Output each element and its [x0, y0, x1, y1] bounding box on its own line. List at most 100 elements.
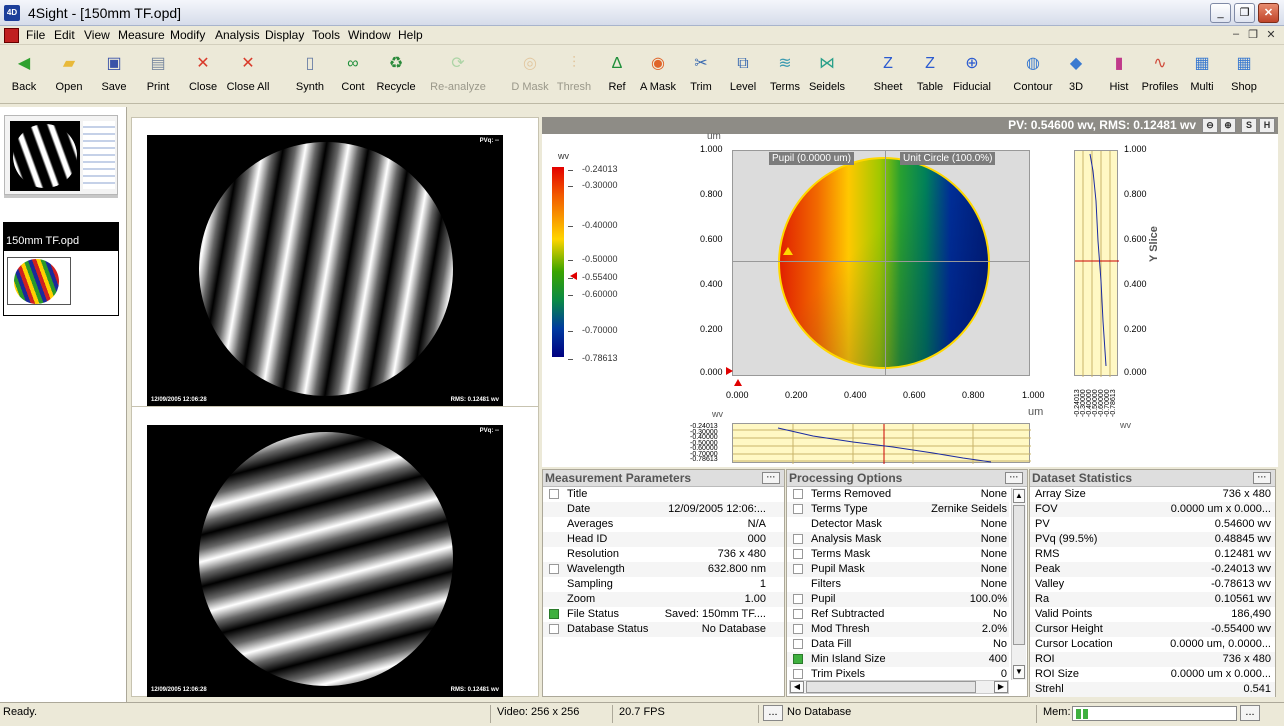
scroll-left-icon[interactable]: ◀ — [790, 681, 804, 693]
parameter-row[interactable]: Cursor Height -0.55400 wv — [1030, 622, 1275, 637]
minimize-button[interactable]: _ — [1210, 3, 1231, 23]
parameter-row[interactable]: FOV 0.0000 um x 0.000... — [1030, 502, 1275, 517]
row-checkbox[interactable] — [793, 669, 803, 679]
row-checkbox[interactable] — [793, 594, 803, 604]
toolbar-button-shop[interactable]: ▦ Shop — [1220, 52, 1268, 102]
parameter-row[interactable]: Averages N/A — [543, 517, 784, 532]
toolbar-button-seidels[interactable]: ⋈ Seidels — [803, 52, 851, 102]
toolbar-button-synth[interactable]: ▯ Synth — [286, 52, 334, 102]
row-checkbox[interactable] — [793, 654, 803, 664]
parameter-row[interactable]: ROI 736 x 480 — [1030, 652, 1275, 667]
y-slice-plot[interactable] — [1074, 150, 1119, 377]
parameter-row[interactable]: Title — [543, 487, 784, 502]
toolbar-button-print[interactable]: ▤ Print — [134, 52, 182, 102]
x-slice-plot[interactable] — [732, 423, 1031, 464]
menu-edit[interactable]: Edit — [54, 28, 75, 42]
toolbar-button-sheet[interactable]: Z Sheet — [864, 52, 912, 102]
parameter-row[interactable]: Valid Points 186,490 — [1030, 607, 1275, 622]
zoom-out-button[interactable]: ⊖ — [1202, 118, 1218, 133]
panel-options-button[interactable]: ··· — [1253, 472, 1271, 484]
parameter-row[interactable]: Resolution 736 x 480 — [543, 547, 784, 562]
document-icon[interactable] — [4, 28, 19, 43]
toolbar-button-table[interactable]: Z Table — [906, 52, 954, 102]
parameter-row[interactable]: Wavelength 632.800 nm — [543, 562, 784, 577]
parameter-row[interactable]: Terms Mask None — [787, 547, 1009, 562]
parameter-row[interactable]: Pupil Mask None — [787, 562, 1009, 577]
toolbar-button-thresh[interactable]: ⫶ Thresh — [550, 52, 598, 102]
panel-options-button[interactable]: ··· — [1005, 472, 1023, 484]
h-button[interactable]: H — [1259, 118, 1275, 133]
row-checkbox[interactable] — [793, 504, 803, 514]
parameter-row[interactable]: PVq (99.5%) 0.48845 wv — [1030, 532, 1275, 547]
parameter-row[interactable]: Pupil 100.0% — [787, 592, 1009, 607]
menu-file[interactable]: File — [26, 28, 45, 42]
menu-window[interactable]: Window — [348, 28, 391, 42]
row-checkbox[interactable] — [549, 624, 559, 634]
scroll-up-icon[interactable]: ▲ — [1013, 489, 1025, 503]
vertical-scrollbar[interactable]: ▲ ▼ — [1011, 488, 1026, 680]
parameter-row[interactable]: Terms Removed None — [787, 487, 1009, 502]
database-browse-button[interactable]: ... — [763, 705, 783, 721]
toolbar-button-save[interactable]: ▣ Save — [90, 52, 138, 102]
row-checkbox[interactable] — [793, 549, 803, 559]
toolbar-button-open[interactable]: ▰ Open — [45, 52, 93, 102]
parameter-row[interactable]: Zoom 1.00 — [543, 592, 784, 607]
menu-tools[interactable]: Tools — [312, 28, 340, 42]
mdi-close-button[interactable]: ✕ — [1263, 28, 1279, 41]
row-checkbox[interactable] — [793, 564, 803, 574]
parameter-row[interactable]: ROI Size 0.0000 um x 0.000... — [1030, 667, 1275, 682]
parameter-row[interactable]: Head ID 000 — [543, 532, 784, 547]
menu-modify[interactable]: Modify — [170, 28, 205, 42]
file-card[interactable]: 150mm TF.opd — [3, 222, 119, 316]
toolbar-button-recycle[interactable]: ♻ Recycle — [372, 52, 420, 102]
toolbar-button-cont[interactable]: ∞ Cont — [329, 52, 377, 102]
close-window-button[interactable]: ✕ — [1258, 3, 1279, 23]
surface-map-disc[interactable] — [778, 157, 990, 369]
scroll-down-icon[interactable]: ▼ — [1013, 665, 1025, 679]
toolbar-button-close[interactable]: ✕ Close — [179, 52, 227, 102]
parameter-row[interactable]: Data Fill No — [787, 637, 1009, 652]
parameter-row[interactable]: Valley -0.78613 wv — [1030, 577, 1275, 592]
parameter-row[interactable]: File Status Saved: 150mm TF.... — [543, 607, 784, 622]
parameter-row[interactable]: Strehl 0.541 — [1030, 682, 1275, 697]
measurement-thumbnail[interactable] — [4, 115, 118, 195]
toolbar-button-multi[interactable]: ▦ Multi — [1178, 52, 1226, 102]
parameter-row[interactable]: Terms Type Zernike Seidels — [787, 502, 1009, 517]
menu-display[interactable]: Display — [265, 28, 304, 42]
mdi-minimize-button[interactable]: – — [1228, 28, 1244, 40]
toolbar-button-a-mask[interactable]: ◉ A Mask — [634, 52, 682, 102]
parameter-row[interactable]: Filters None — [787, 577, 1009, 592]
row-checkbox[interactable] — [793, 639, 803, 649]
mdi-restore-button[interactable]: ❐ — [1245, 28, 1261, 41]
menu-analysis[interactable]: Analysis — [215, 28, 260, 42]
toolbar-button-re-analyze[interactable]: ⟳ Re-analyze — [430, 52, 486, 102]
row-checkbox[interactable] — [793, 534, 803, 544]
parameter-row[interactable]: Detector Mask None — [787, 517, 1009, 532]
scroll-thumb[interactable] — [1013, 505, 1025, 645]
parameter-row[interactable]: RMS 0.12481 wv — [1030, 547, 1275, 562]
parameter-row[interactable]: Date 12/09/2005 12:06:... — [543, 502, 784, 517]
parameter-row[interactable]: Min Island Size 400 — [787, 652, 1009, 667]
horizontal-scrollbar[interactable]: ◀ ▶ — [789, 680, 1009, 694]
parameter-row[interactable]: Ra 0.10561 wv — [1030, 592, 1275, 607]
toolbar-button-profiles[interactable]: ∿ Profiles — [1136, 52, 1184, 102]
row-checkbox[interactable] — [793, 489, 803, 499]
surface-map[interactable]: Pupil (0.0000 um) Unit Circle (100.0%) — [732, 150, 1030, 376]
toolbar-button-terms[interactable]: ≋ Terms — [761, 52, 809, 102]
h-scroll-thumb[interactable] — [806, 681, 976, 693]
toolbar-button-fiducial[interactable]: ⊕ Fiducial — [948, 52, 996, 102]
memory-options-button[interactable]: ... — [1240, 705, 1260, 721]
row-checkbox[interactable] — [793, 624, 803, 634]
parameter-row[interactable]: Mod Thresh 2.0% — [787, 622, 1009, 637]
parameter-row[interactable]: Cursor Location 0.0000 um, 0.0000... — [1030, 637, 1275, 652]
maximize-button[interactable]: ❐ — [1234, 3, 1255, 23]
parameter-row[interactable]: Sampling 1 — [543, 577, 784, 592]
menu-measure[interactable]: Measure — [118, 28, 165, 42]
parameter-row[interactable]: Ref Subtracted No — [787, 607, 1009, 622]
parameter-row[interactable]: Analysis Mask None — [787, 532, 1009, 547]
row-checkbox[interactable] — [549, 609, 559, 619]
parameter-row[interactable]: Database Status No Database — [543, 622, 784, 637]
toolbar-button-d-mask[interactable]: ◎ D Mask — [506, 52, 554, 102]
menu-view[interactable]: View — [84, 28, 110, 42]
toolbar-button-close-all[interactable]: ✕ Close All — [224, 52, 272, 102]
